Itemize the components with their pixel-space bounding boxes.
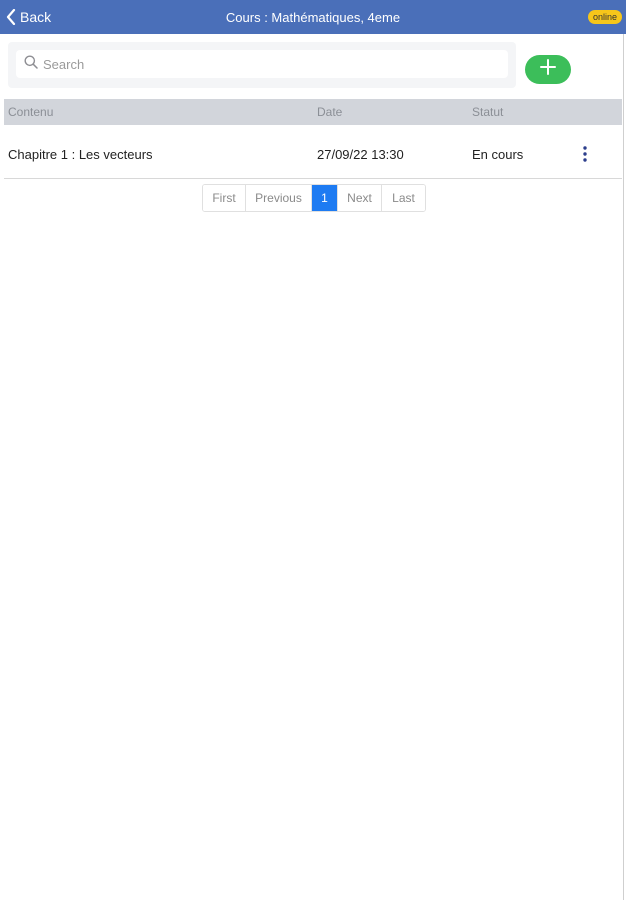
plus-icon [540, 59, 556, 80]
back-button[interactable]: Back [6, 0, 51, 34]
status-badge: online [587, 10, 622, 24]
row-contenu: Chapitre 1 : Les vecteurs [8, 147, 153, 162]
page-previous-button[interactable]: Previous [246, 185, 312, 211]
scroll-edge [623, 34, 624, 900]
row-menu-button[interactable] [576, 144, 594, 166]
nav-bar: Back Cours : Mathématiques, 4eme online [0, 0, 626, 34]
page-number-button[interactable]: 1 [312, 185, 338, 211]
column-header-date: Date [317, 105, 343, 119]
search-icon [24, 55, 38, 74]
page-last-button[interactable]: Last [382, 185, 425, 211]
app-screen: Back Cours : Mathématiques, 4eme online … [0, 0, 626, 900]
search-bar [8, 42, 516, 88]
page-title: Cours : Mathématiques, 4eme [225, 9, 401, 25]
search-field[interactable] [16, 50, 508, 78]
add-button[interactable] [525, 55, 571, 84]
row-date: 27/09/22 13:30 [317, 147, 404, 162]
table-header: Contenu Date Statut [4, 99, 622, 125]
more-vertical-icon [583, 145, 587, 165]
search-input[interactable] [43, 56, 483, 72]
pagination: First Previous 1 Next Last [202, 184, 426, 212]
back-label: Back [20, 9, 52, 25]
row-statut: En cours [472, 147, 524, 162]
page-first-button[interactable]: First [203, 185, 246, 211]
page-next-button[interactable]: Next [338, 185, 382, 211]
column-header-contenu: Contenu [8, 105, 54, 119]
column-header-statut: Statut [472, 105, 504, 119]
table-row[interactable]: Chapitre 1 : Les vecteurs 27/09/22 13:30… [4, 132, 622, 179]
chevron-left-icon [6, 9, 16, 25]
